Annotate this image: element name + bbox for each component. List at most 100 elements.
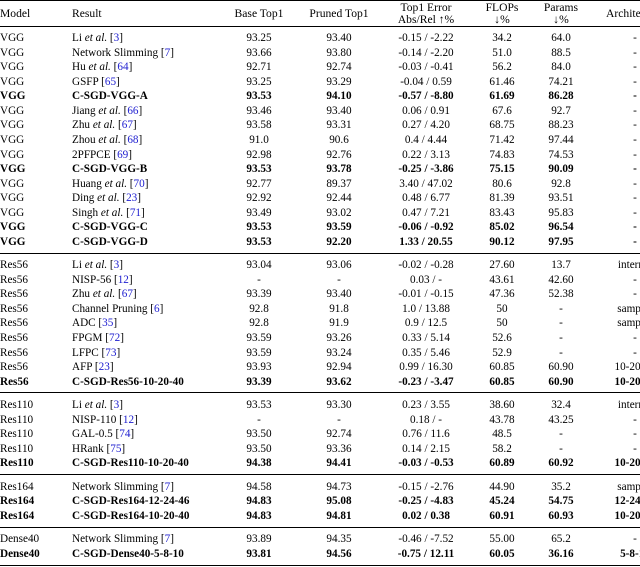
cell-flops: 56.2: [492, 61, 512, 74]
citation-link[interactable]: 7: [165, 533, 171, 545]
column-header-model: Model: [0, 2, 72, 26]
cell-result: Zhou et al. [68]: [72, 133, 143, 146]
citation-link[interactable]: 67: [122, 288, 133, 300]
cell-architecture: 10-20-40: [614, 509, 640, 522]
cell-flops: 60.85: [489, 361, 515, 374]
et-al-italic: et al.: [84, 32, 108, 45]
cell-top1-error: -0.01 / -0.15: [398, 288, 454, 301]
cell-model: Res110: [0, 428, 34, 441]
cell-architecture: 10-20-40: [614, 457, 640, 470]
cell-pruned-top1: 91.9: [329, 317, 349, 330]
cell-model: Res56: [0, 288, 28, 301]
cell-result: NISP-110 [12]: [72, 413, 138, 426]
table-row: Res56 AFP [23] 93.93 92.94 0.99 / 16.30 60.85…: [0, 360, 640, 375]
citation-link[interactable]: 12: [118, 274, 129, 286]
citation-link[interactable]: 3: [114, 32, 120, 44]
cell-top1-error: 0.23 / 3.55: [402, 399, 450, 412]
citation-link[interactable]: 69: [117, 149, 128, 161]
cell-top1-error: -0.25 / -3.86: [398, 163, 454, 176]
cell-result: C-SGD-VGG-A: [72, 90, 148, 103]
cell-flops: 60.85: [489, 375, 515, 388]
cell-pruned-top1: 93.06: [326, 259, 352, 272]
citation-link[interactable]: 3: [114, 259, 120, 271]
citation-link[interactable]: 68: [127, 134, 138, 146]
cell-params: 42.60: [548, 273, 574, 286]
cell-top1-error: 0.76 / 11.6: [402, 428, 450, 441]
cell-architecture: -: [633, 133, 637, 146]
cell-flops: 48.5: [492, 428, 512, 441]
et-al-italic: et al.: [98, 104, 121, 117]
cell-pruned-top1: 92.74: [326, 61, 352, 74]
table-row: Res56 Channel Pruning [6] 92.8 91.8 1.0 / 13…: [0, 302, 640, 317]
cell-params: -: [559, 317, 563, 330]
paper-page: Model Result Base Top1 Pruned Top1 Top1 …: [0, 0, 640, 567]
citation-link[interactable]: 12: [123, 414, 134, 426]
cell-result: Huang et al. [70]: [72, 177, 149, 190]
table-row: Res110 C-SGD-Res110-10-20-40 94.38 94.41 -0.…: [0, 457, 640, 472]
cell-base-top1: 92.98: [246, 148, 272, 161]
column-header-result: Result: [72, 2, 220, 26]
cell-pruned-top1: 93.62: [326, 375, 352, 388]
cell-pruned-top1: 94.81: [326, 509, 352, 522]
cell-params: 93.51: [548, 192, 574, 205]
citation-link[interactable]: 7: [165, 481, 171, 493]
cell-pruned-top1: 93.31: [326, 119, 352, 132]
citation-link[interactable]: 35: [102, 317, 113, 329]
cell-result: C-SGD-VGG-C: [72, 221, 148, 234]
citation-link[interactable]: 66: [127, 105, 138, 117]
table-header: Model Result Base Top1 Pruned Top1 Top1 …: [0, 0, 640, 28]
citation-link[interactable]: 67: [122, 119, 133, 131]
cell-architecture: -: [633, 163, 637, 176]
cell-params: 74.21: [548, 75, 574, 88]
cell-pruned-top1: 94.10: [326, 90, 352, 103]
citation-link[interactable]: 72: [109, 332, 120, 344]
cell-params: 97.95: [548, 235, 574, 248]
table-row: VGG Network Slimming [7] 93.66 93.80 -0.14 /…: [0, 46, 640, 61]
citation-link[interactable]: 23: [99, 361, 110, 373]
table-row: Res164 C-SGD-Res164-10-20-40 94.83 94.81 0.0…: [0, 509, 640, 524]
cell-params: 52.38: [548, 288, 574, 301]
table-row: Res110 Li et al. [3] 93.53 93.30 0.23 / 3.55…: [0, 398, 640, 413]
citation-link[interactable]: 71: [130, 207, 141, 219]
cell-base-top1: 94.83: [246, 495, 272, 508]
cell-top1-error: -0.75 / 12.11: [397, 547, 455, 560]
cell-base-top1: 94.83: [246, 509, 272, 522]
citation-link[interactable]: 7: [165, 47, 171, 59]
cell-result: Channel Pruning [6]: [72, 302, 164, 315]
table-row: Res110 NISP-110 [12] - - 0.18 / - 43.78 43.25 -: [0, 413, 640, 428]
cell-base-top1: 92.8: [249, 302, 269, 315]
cell-result: 2PFPCE [69]: [72, 148, 132, 161]
cell-flops: 61.46: [489, 75, 515, 88]
citation-link[interactable]: 65: [105, 76, 116, 88]
citation-link[interactable]: 64: [117, 61, 128, 73]
cell-result: C-SGD-Dense40-5-8-10: [72, 547, 184, 560]
citation-link[interactable]: 6: [154, 303, 160, 315]
cell-params: 60.93: [548, 509, 574, 522]
table-row: Res56 NISP-56 [12] - - 0.03 / - 43.61 42.60 -: [0, 273, 640, 288]
citation-link[interactable]: 73: [105, 347, 116, 359]
table-body: VGG Li et al. [3] 93.25 93.40 -0.15 / -2.22 3…: [0, 27, 640, 567]
cell-pruned-top1: 93.02: [326, 206, 352, 219]
cell-architecture: -: [633, 32, 637, 45]
cell-result: C-SGD-Res164-10-20-40: [72, 509, 190, 522]
cell-top1-error: 0.48 / 6.77: [402, 192, 450, 205]
table-row: Res56 Zhu et al. [67] 93.39 93.40 -0.01 / -0…: [0, 288, 640, 303]
citation-link[interactable]: 23: [126, 192, 137, 204]
cell-model: VGG: [0, 75, 25, 88]
cell-base-top1: 94.58: [246, 480, 272, 493]
cell-result: Li et al. [3]: [72, 399, 123, 412]
cell-pruned-top1: 92.20: [326, 235, 352, 248]
table-row: Res56 LFPC [73] 93.59 93.24 0.35 / 5.46 52.9 -…: [0, 346, 640, 361]
cell-model: VGG: [0, 148, 25, 161]
citation-link[interactable]: 74: [119, 428, 130, 440]
citation-link[interactable]: 70: [134, 178, 145, 190]
citation-link[interactable]: 75: [110, 443, 121, 455]
citation-link[interactable]: 3: [114, 399, 120, 411]
cell-top1-error: 1.33 / 20.55: [399, 235, 453, 248]
table-row: VGG GSFP [65] 93.25 93.29 -0.04 / 0.59 61.46 7…: [0, 75, 640, 90]
table-row: VGG Hu et al. [64] 92.71 92.74 -0.03 / -0.41…: [0, 61, 640, 76]
cell-pruned-top1: 94.41: [326, 457, 352, 470]
cell-architecture: -: [633, 428, 637, 441]
cell-model: Res56: [0, 331, 28, 344]
cell-architecture: -: [633, 119, 637, 132]
